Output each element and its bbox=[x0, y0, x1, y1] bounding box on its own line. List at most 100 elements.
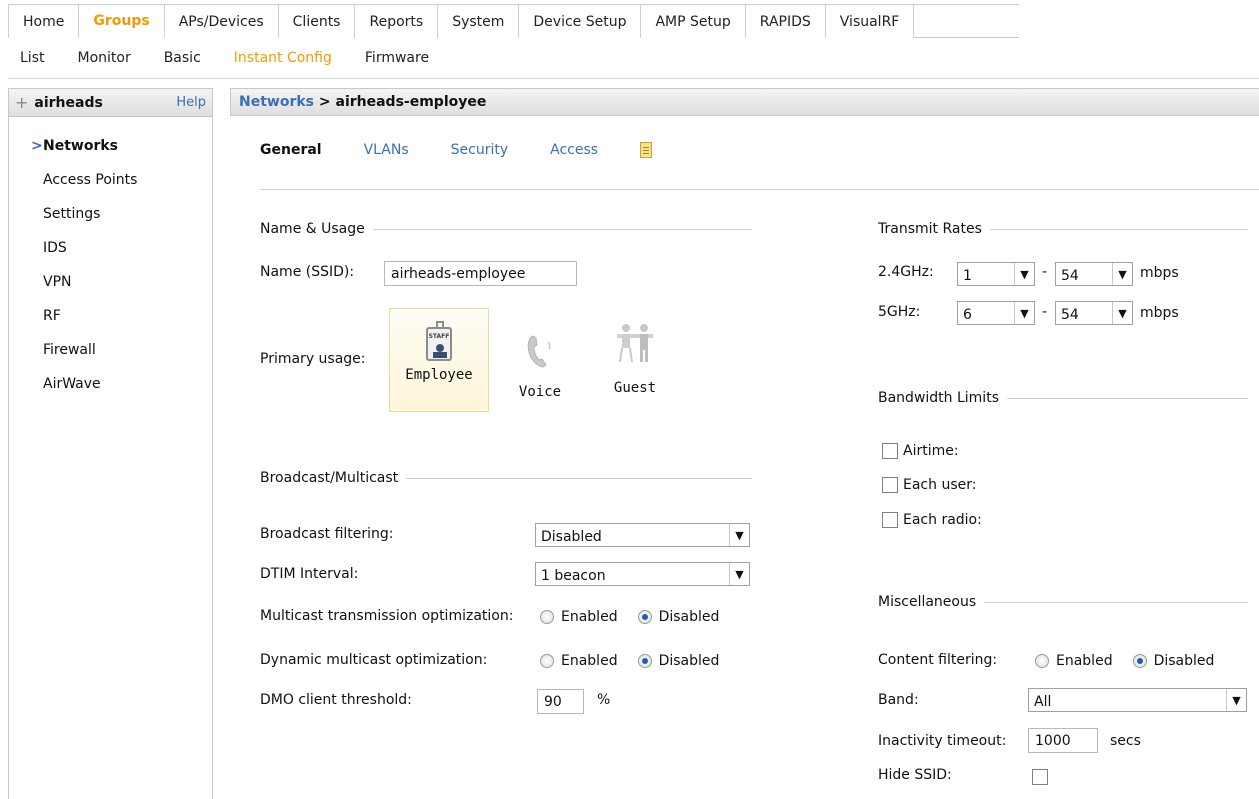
dmo-enabled-radio[interactable] bbox=[540, 654, 554, 668]
nav-tab-home[interactable]: Home bbox=[8, 4, 80, 38]
notes-icon[interactable] bbox=[640, 142, 653, 158]
nav-tab-aps-devices[interactable]: APs/Devices bbox=[164, 4, 279, 38]
multicast-opt-enabled-radio[interactable] bbox=[540, 610, 554, 624]
staff-badge-icon: STAFF bbox=[426, 321, 452, 361]
nav-tab-rapids[interactable]: RAPIDS bbox=[745, 4, 826, 38]
rate-5ghz-min-select[interactable]: 6 ▼ bbox=[957, 301, 1035, 325]
inactivity-timeout-unit: secs bbox=[1110, 733, 1141, 749]
section-broadcast-multicast: Broadcast/Multicast bbox=[260, 470, 752, 486]
radio-label-enabled: Enabled bbox=[561, 609, 618, 625]
nav-tab-reports[interactable]: Reports bbox=[355, 4, 439, 38]
chevron-down-icon[interactable]: ▼ bbox=[729, 524, 749, 546]
guest-icon bbox=[617, 324, 653, 363]
airtime-checkbox[interactable] bbox=[882, 443, 898, 459]
breadcrumb-networks-link[interactable]: Networks bbox=[239, 94, 314, 110]
ssid-input[interactable]: airheads-employee bbox=[384, 261, 577, 286]
sidebar-item-access-points[interactable]: Access Points bbox=[9, 163, 212, 197]
section-title: Transmit Rates bbox=[878, 221, 982, 237]
chevron-down-icon[interactable]: ▼ bbox=[1014, 302, 1034, 324]
rate-dash: - bbox=[1042, 304, 1048, 320]
tab-vlans[interactable]: VLANs bbox=[364, 142, 409, 158]
content-filtering-disabled-radio[interactable] bbox=[1132, 654, 1147, 668]
dtim-label: DTIM Interval: bbox=[260, 566, 359, 582]
broadcast-filtering-label: Broadcast filtering: bbox=[260, 526, 394, 542]
rate-24ghz-min-value: 1 bbox=[963, 268, 972, 284]
tab-security[interactable]: Security bbox=[451, 142, 509, 158]
breadcrumb-current: airheads-employee bbox=[335, 94, 487, 110]
each-radio-checkbox[interactable] bbox=[882, 512, 898, 528]
help-link[interactable]: Help bbox=[176, 95, 206, 110]
inactivity-timeout-label: Inactivity timeout: bbox=[878, 733, 1007, 749]
band-label: Band: bbox=[878, 692, 919, 708]
usage-employee-option[interactable]: STAFF Employee bbox=[389, 308, 489, 412]
rate-24ghz-max-select[interactable]: 54 ▼ bbox=[1055, 262, 1133, 286]
band-value: All bbox=[1034, 694, 1052, 710]
chevron-down-icon[interactable]: ▼ bbox=[1226, 689, 1246, 711]
dmo-threshold-label: DMO client threshold: bbox=[260, 692, 412, 708]
rate-24ghz-max-value: 54 bbox=[1061, 268, 1079, 284]
chevron-down-icon[interactable]: ▼ bbox=[1112, 263, 1132, 285]
rate-24ghz-min-select[interactable]: 1 ▼ bbox=[957, 262, 1035, 286]
phone-icon bbox=[527, 335, 551, 368]
rate-5ghz-max-select[interactable]: 54 ▼ bbox=[1055, 301, 1133, 325]
expand-icon[interactable]: + bbox=[15, 93, 28, 112]
sidebar-item-airwave[interactable]: AirWave bbox=[9, 367, 212, 401]
section-title: Miscellaneous bbox=[878, 594, 977, 610]
content-filtering-enabled-radio[interactable] bbox=[1035, 654, 1049, 668]
dmo-threshold-input[interactable]: 90 bbox=[537, 689, 584, 714]
dmo-radio-group: Enabled Disabled bbox=[540, 653, 719, 669]
each-user-checkbox[interactable] bbox=[882, 477, 898, 493]
nav-tab-visualrf[interactable]: VisualRF bbox=[825, 4, 915, 38]
sidebar-item-networks[interactable]: > Networks bbox=[9, 129, 212, 163]
multicast-opt-radio-group: Enabled Disabled bbox=[540, 609, 719, 625]
dmo-label: Dynamic multicast optimization: bbox=[260, 652, 488, 668]
usage-guest-option[interactable]: Guest bbox=[600, 318, 670, 396]
content-filtering-label: Content filtering: bbox=[878, 652, 998, 668]
group-name: airheads bbox=[34, 94, 103, 111]
ssid-label: Name (SSID): bbox=[260, 264, 355, 280]
nav-tab-clients[interactable]: Clients bbox=[278, 4, 356, 38]
section-title: Broadcast/Multicast bbox=[260, 470, 399, 486]
multicast-opt-disabled-radio[interactable] bbox=[637, 610, 652, 624]
dmo-disabled-radio[interactable] bbox=[637, 654, 652, 668]
band-select[interactable]: All ▼ bbox=[1028, 688, 1247, 712]
subnav-instant-config[interactable]: Instant Config bbox=[234, 50, 332, 66]
nav-tab-groups[interactable]: Groups bbox=[79, 4, 165, 38]
section-name-usage: Name & Usage bbox=[260, 221, 752, 237]
nav-filler bbox=[914, 4, 1020, 37]
subnav-list[interactable]: List bbox=[20, 50, 44, 66]
section-transmit-rates: Transmit Rates bbox=[878, 221, 1248, 237]
subnav-firmware[interactable]: Firmware bbox=[365, 50, 429, 66]
chevron-right-icon: > bbox=[31, 138, 43, 154]
nav-tab-amp-setup[interactable]: AMP Setup bbox=[641, 4, 746, 38]
hide-ssid-checkbox[interactable] bbox=[1032, 769, 1048, 785]
top-nav: Home Groups APs/Devices Clients Reports … bbox=[8, 4, 1020, 38]
subnav-monitor[interactable]: Monitor bbox=[77, 50, 130, 66]
sidebar-item-rf[interactable]: RF bbox=[9, 299, 212, 333]
chevron-down-icon[interactable]: ▼ bbox=[1112, 302, 1132, 324]
section-bandwidth-limits: Bandwidth Limits bbox=[878, 390, 1248, 406]
broadcast-filtering-select[interactable]: Disabled ▼ bbox=[535, 523, 750, 547]
dmo-threshold-unit: % bbox=[597, 692, 611, 708]
breadcrumb-separator: > bbox=[314, 94, 336, 110]
usage-voice-option[interactable]: Voice bbox=[505, 326, 575, 400]
tab-general[interactable]: General bbox=[260, 142, 322, 158]
sidebar-item-settings[interactable]: Settings bbox=[9, 197, 212, 231]
content-filtering-radio-group: Enabled Disabled bbox=[1035, 653, 1214, 669]
airtime-label: Airtime: bbox=[903, 443, 959, 459]
nav-tab-device-setup[interactable]: Device Setup bbox=[519, 4, 642, 38]
nav-tab-system[interactable]: System bbox=[438, 4, 520, 38]
sidebar-item-ids[interactable]: IDS bbox=[9, 231, 212, 265]
chevron-down-icon[interactable]: ▼ bbox=[1014, 263, 1034, 285]
dtim-select[interactable]: 1 beacon ▼ bbox=[535, 562, 750, 586]
chevron-down-icon[interactable]: ▼ bbox=[729, 563, 749, 585]
sidebar-item-firewall[interactable]: Firewall bbox=[9, 333, 212, 367]
subnav-basic[interactable]: Basic bbox=[164, 50, 201, 66]
sidebar-item-vpn[interactable]: VPN bbox=[9, 265, 212, 299]
section-miscellaneous: Miscellaneous bbox=[878, 594, 1248, 610]
radio-label-disabled: Disabled bbox=[1153, 653, 1215, 669]
inactivity-timeout-input[interactable]: 1000 bbox=[1028, 728, 1098, 753]
sub-nav: List Monitor Basic Instant Config Firmwa… bbox=[20, 44, 462, 72]
subnav-divider bbox=[8, 78, 1259, 79]
tab-access[interactable]: Access bbox=[550, 142, 598, 158]
